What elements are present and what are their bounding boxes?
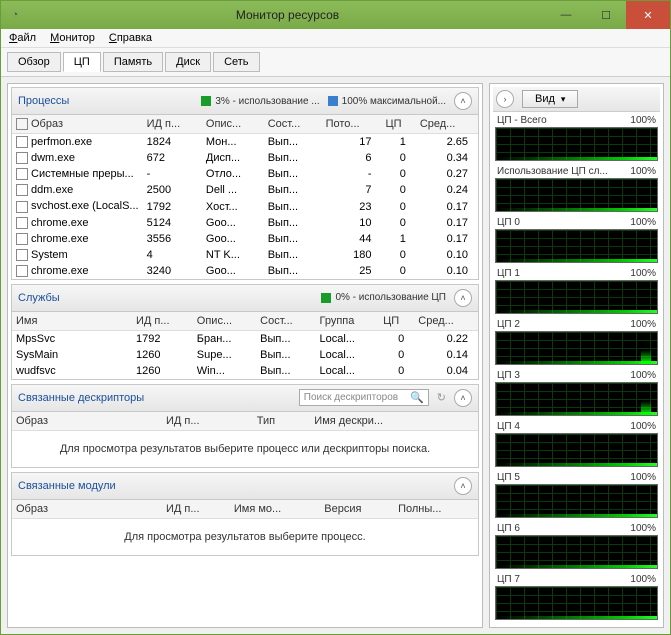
modules-panel: Связанные модули ˄ Образ ИД п... Имя мо.…	[11, 472, 479, 556]
table-row[interactable]: MpsSvc1792Бран...Вып...Local...00.22	[12, 330, 478, 347]
table-row[interactable]: svchost.exe (LocalS...1792Хост...Вып...2…	[12, 198, 478, 214]
services-title: Службы	[18, 292, 60, 304]
modules-title: Связанные модули	[18, 480, 116, 492]
table-row[interactable]: wudfsvc1260Win...Вып...Local...00.04	[12, 363, 478, 379]
right-column: › Вид ЦП - Всего100%Использование ЦП сл.…	[489, 83, 664, 628]
processes-panel: Процессы 3% - использование ... 100% мак…	[11, 87, 479, 280]
row-checkbox[interactable]	[16, 233, 28, 245]
menu-help[interactable]: Справка	[109, 32, 152, 44]
cpu-graph: Использование ЦП сл...100%	[495, 165, 658, 212]
modules-empty-message: Для просмотра результатов выберите проце…	[12, 519, 478, 555]
row-checkbox[interactable]	[16, 217, 28, 229]
row-checkbox[interactable]	[16, 136, 28, 148]
collapse-graphs-button[interactable]: ›	[496, 90, 514, 108]
tab-network[interactable]: Сеть	[213, 52, 259, 72]
app-icon: ◔	[1, 9, 29, 21]
row-checkbox[interactable]	[16, 168, 28, 180]
services-cpu-icon	[321, 293, 331, 303]
left-column: Процессы 3% - использование ... 100% мак…	[7, 83, 483, 628]
modules-header[interactable]: Связанные модули ˄	[12, 473, 478, 500]
collapse-handles-button[interactable]: ˄	[454, 389, 472, 407]
handles-header[interactable]: Связанные дескрипторы Поиск дескрипторов…	[12, 385, 478, 412]
handles-search-input[interactable]: Поиск дескрипторов 🔍	[299, 389, 429, 406]
row-checkbox[interactable]	[16, 152, 28, 164]
processes-title: Процессы	[18, 95, 69, 107]
handles-title: Связанные дескрипторы	[18, 392, 144, 404]
table-row[interactable]: ddm.exe2500Dell ...Вып...700.24	[12, 182, 478, 198]
collapse-services-button[interactable]: ˄	[454, 289, 472, 307]
menubar: Файл Монитор Справка	[1, 29, 670, 48]
table-row[interactable]: System4NT K...Вып...18000.10	[12, 247, 478, 263]
row-checkbox[interactable]	[16, 249, 28, 261]
app-window: ◔ Монитор ресурсов — ☐ ✕ Файл Монитор Сп…	[0, 0, 671, 635]
minimize-button[interactable]: —	[546, 1, 586, 29]
tabbar: Обзор ЦП Память Диск Сеть	[1, 48, 670, 77]
close-button[interactable]: ✕	[626, 1, 670, 29]
maximize-button[interactable]: ☐	[586, 1, 626, 29]
services-panel: Службы 0% - использование ЦП ˄ Имя ИД п.…	[11, 284, 479, 380]
table-row[interactable]: SysMain1260Supe...Вып...Local...00.14	[12, 347, 478, 363]
modules-table: Образ ИД п... Имя мо... Версия Полны...	[12, 500, 478, 519]
tab-disk[interactable]: Диск	[165, 52, 211, 72]
services-header[interactable]: Службы 0% - использование ЦП ˄	[12, 285, 478, 312]
processes-table: Образ ИД п... Опис... Сост... Пото... ЦП…	[12, 115, 478, 279]
handles-table: Образ ИД п... Тип Имя дескри...	[12, 412, 478, 431]
handles-empty-message: Для просмотра результатов выберите проце…	[12, 431, 478, 467]
cpu-usage-icon	[201, 96, 211, 106]
cpu-graph: ЦП 0100%	[495, 216, 658, 263]
table-row[interactable]: dwm.exe672Дисп...Вып...600.34	[12, 150, 478, 166]
cpu-graph: ЦП 3100%	[495, 369, 658, 416]
titlebar[interactable]: ◔ Монитор ресурсов — ☐ ✕	[1, 1, 670, 29]
menu-file[interactable]: Файл	[9, 32, 36, 44]
processes-header[interactable]: Процессы 3% - использование ... 100% мак…	[12, 88, 478, 115]
row-checkbox[interactable]	[16, 184, 28, 196]
table-row[interactable]: perfmon.exe1824Мон...Вып...1712.65	[12, 134, 478, 151]
menu-monitor[interactable]: Монитор	[50, 32, 95, 44]
select-all-checkbox[interactable]	[16, 118, 28, 130]
view-dropdown[interactable]: Вид	[522, 90, 578, 108]
handles-panel: Связанные дескрипторы Поиск дескрипторов…	[11, 384, 479, 468]
row-checkbox[interactable]	[16, 265, 28, 277]
collapse-processes-button[interactable]: ˄	[454, 92, 472, 110]
cpu-graph: ЦП 7100%	[495, 573, 658, 620]
tab-overview[interactable]: Обзор	[7, 52, 61, 72]
search-clear-icon[interactable]: ↻	[437, 391, 446, 404]
window-title: Монитор ресурсов	[29, 8, 546, 22]
table-row[interactable]: chrome.exe3240Goo...Вып...2500.10	[12, 263, 478, 279]
cpu-graph: ЦП 1100%	[495, 267, 658, 314]
services-table: Имя ИД п... Опис... Сост... Группа ЦП Ср…	[12, 312, 478, 379]
table-row[interactable]: Системные преры...-Отло...Вып...-00.27	[12, 166, 478, 182]
table-row[interactable]: chrome.exe5124Goo...Вып...1000.17	[12, 215, 478, 231]
cpu-graph: ЦП 4100%	[495, 420, 658, 467]
graphs-container[interactable]: ЦП - Всего100%Использование ЦП сл...100%…	[493, 112, 660, 624]
collapse-modules-button[interactable]: ˄	[454, 477, 472, 495]
cpu-graph: ЦП 5100%	[495, 471, 658, 518]
table-row[interactable]: chrome.exe3556Goo...Вып...4410.17	[12, 231, 478, 247]
search-icon[interactable]: 🔍	[410, 391, 424, 404]
tab-memory[interactable]: Память	[103, 52, 163, 72]
cpu-max-icon	[328, 96, 338, 106]
row-checkbox[interactable]	[16, 201, 28, 213]
cpu-graph: ЦП - Всего100%	[495, 114, 658, 161]
tab-cpu[interactable]: ЦП	[63, 52, 101, 72]
cpu-graph: ЦП 6100%	[495, 522, 658, 569]
cpu-graph: ЦП 2100%	[495, 318, 658, 365]
